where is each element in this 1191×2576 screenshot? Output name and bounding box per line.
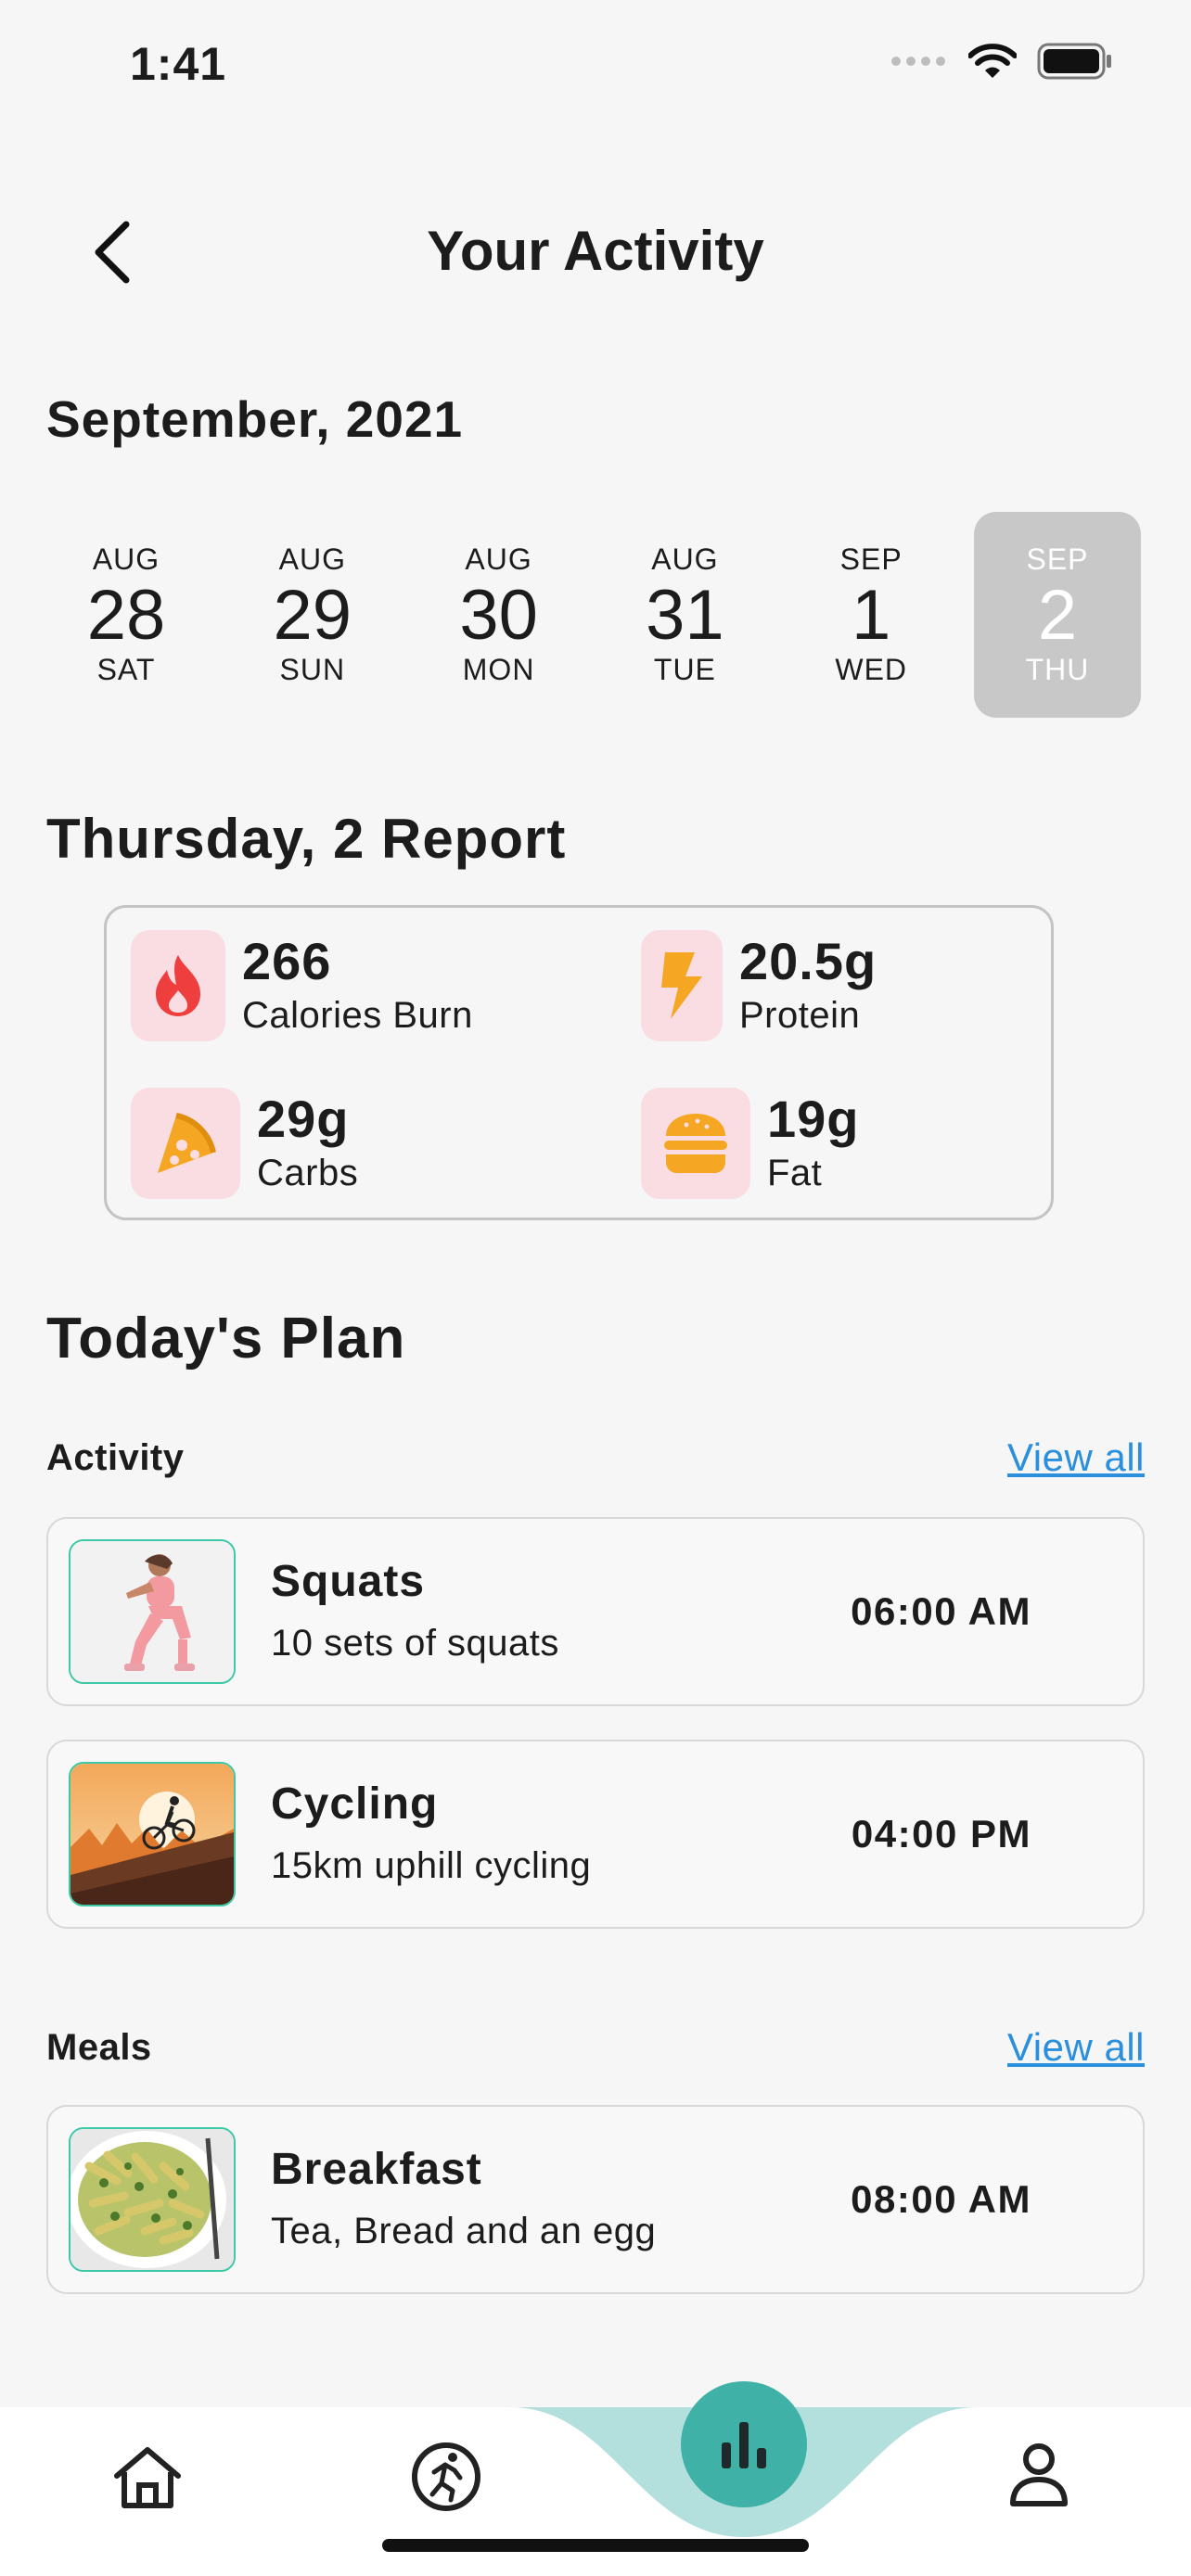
page-title: Your Activity [427, 220, 764, 282]
activity-view-all-link[interactable]: View all [1007, 1435, 1145, 1480]
date-month: AUG [278, 542, 346, 576]
card-title: Cycling [271, 1779, 439, 1829]
stat-protein: 20.5g Protein [641, 930, 877, 1041]
date-weekday: SUN [279, 653, 346, 686]
stat-value: 29g [257, 1089, 350, 1148]
pizza-icon [131, 1088, 240, 1199]
lightning-icon [641, 930, 723, 1041]
home-icon [114, 2447, 181, 2508]
date-item[interactable]: AUG 31 TUE [601, 512, 768, 718]
status-icons [890, 43, 1113, 80]
activity-card-cycling[interactable]: Cycling 15km uphill cycling 04:00 PM [46, 1740, 1145, 1929]
date-strip: AUG 28 SAT AUG 29 SUN AUG 30 MON AUG 31 … [43, 512, 1141, 718]
date-month: SEP [1026, 542, 1089, 576]
stat-carbs: 29g Carbs [131, 1088, 358, 1199]
wifi-icon [968, 44, 1017, 78]
date-item[interactable]: AUG 28 SAT [43, 512, 210, 718]
running-icon [412, 2442, 480, 2511]
date-weekday: TUE [653, 653, 716, 686]
card-title: Breakfast [271, 2145, 482, 2194]
plan-title: Today's Plan [46, 1307, 406, 1371]
stat-label: Calories Burn [242, 994, 473, 1036]
meals-view-all-link[interactable]: View all [1007, 2025, 1145, 2070]
date-item[interactable]: AUG 29 SUN [229, 512, 396, 718]
squats-thumbnail [69, 1539, 236, 1684]
stat-label: Carbs [257, 1152, 359, 1193]
report-card: 266 Calories Burn 20.5g Protein 29g Carb… [104, 905, 1054, 1220]
stat-value: 266 [242, 931, 332, 990]
card-subtitle: 15km uphill cycling [271, 1845, 592, 1886]
report-title: Thursday, 2 Report [46, 808, 567, 870]
card-time: 06:00 AM [851, 1589, 1031, 1633]
home-indicator [382, 2539, 809, 2552]
nav-profile[interactable] [1007, 2442, 1070, 2512]
activity-card-squats[interactable]: Squats 10 sets of squats 06:00 AM [46, 1517, 1145, 1706]
card-title: Squats [271, 1557, 426, 1606]
card-time: 04:00 PM [851, 1812, 1031, 1855]
month-title: September, 2021 [46, 390, 464, 448]
card-subtitle: Tea, Bread and an egg [271, 2211, 657, 2251]
date-weekday: MON [462, 653, 535, 686]
meal-card-breakfast[interactable]: Breakfast Tea, Bread and an egg 08:00 AM [46, 2105, 1145, 2294]
date-month: AUG [465, 542, 532, 576]
date-month: SEP [839, 542, 903, 576]
date-item[interactable]: AUG 30 MON [416, 512, 583, 718]
nav-home[interactable] [111, 2444, 184, 2516]
cycling-thumbnail [69, 1762, 236, 1906]
bar-chart-icon [722, 2422, 766, 2468]
stat-label: Fat [767, 1152, 823, 1193]
signal-icon [891, 57, 945, 66]
date-day: 31 [646, 576, 724, 655]
burger-icon [641, 1088, 750, 1199]
date-month: AUG [651, 542, 719, 576]
date-day: 28 [86, 576, 166, 655]
nav-activity[interactable] [410, 2441, 482, 2518]
date-weekday: WED [835, 653, 908, 686]
stat-value: 20.5g [739, 931, 877, 990]
stat-value: 19g [767, 1089, 860, 1148]
stat-fat: 19g Fat [641, 1088, 860, 1199]
nav-stats-active[interactable] [681, 2381, 807, 2507]
date-day: 30 [459, 576, 538, 655]
date-weekday: THU [1025, 653, 1090, 686]
date-month: AUG [92, 542, 160, 576]
date-weekday: SAT [96, 653, 156, 686]
date-item[interactable]: SEP 1 WED [788, 512, 954, 718]
battery-icon [1037, 43, 1111, 80]
meals-section-label: Meals [46, 2027, 152, 2068]
date-day: 1 [852, 576, 891, 655]
breakfast-thumbnail [69, 2127, 236, 2272]
stat-calories: 266 Calories Burn [131, 930, 473, 1041]
status-time: 1:41 [130, 38, 227, 90]
date-day: 29 [273, 576, 352, 655]
profile-icon [1010, 2443, 1068, 2506]
activity-section-label: Activity [46, 1437, 185, 1478]
card-time: 08:00 AM [851, 2177, 1031, 2221]
card-subtitle: 10 sets of squats [271, 1623, 559, 1664]
date-item-selected[interactable]: SEP 2 THU [973, 512, 1141, 718]
flame-icon [131, 930, 225, 1041]
stat-label: Protein [739, 994, 861, 1036]
date-day: 2 [1037, 576, 1078, 655]
